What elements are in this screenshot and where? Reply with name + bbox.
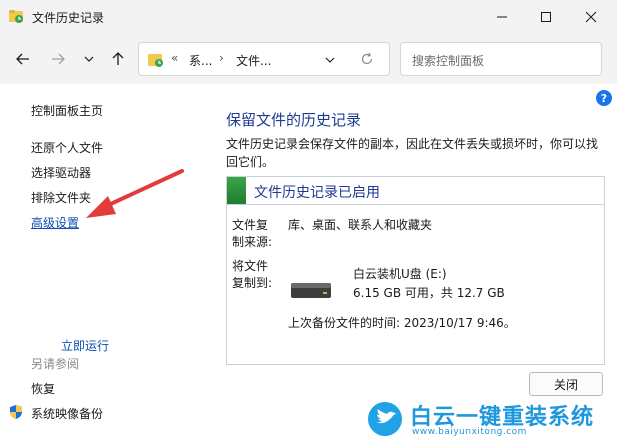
source-label-line2: 制来源: [232, 235, 273, 249]
arrow-right-icon [52, 53, 65, 65]
page-description: 文件历史记录会保存文件的副本，因此在文件丢失或损坏时，你可以找回它们。 [226, 137, 599, 169]
status-panel: 文件历史记录已启用 文件复 制来源: 库、桌面、联系人和收藏夹 将文件 复制到:… [226, 176, 605, 365]
search-box[interactable]: 搜索控制面板 [400, 42, 602, 76]
window-title: 文件历史记录 [32, 11, 105, 25]
address-overflow[interactable]: « [171, 51, 178, 65]
page-title: 保留文件的历史记录 [226, 111, 362, 129]
see-also-recovery[interactable]: 恢复 [31, 380, 55, 397]
help-icon[interactable]: ? [596, 90, 612, 106]
content-area: ? 控制面板主页 还原个人文件 选择驱动器 排除文件夹 高级设置 另请参阅 恢复… [0, 84, 617, 443]
see-also-heading: 另请参阅 [31, 357, 80, 371]
navigation-bar: « 系... › 文件... 搜索控制面板 [0, 34, 617, 84]
search-input[interactable]: 搜索控制面板 [412, 52, 484, 69]
minimize-icon [497, 16, 507, 18]
watermark-url: www.baiyunxitong.com [412, 427, 527, 437]
back-button[interactable] [12, 48, 34, 70]
breadcrumb-system[interactable]: 系... [189, 52, 212, 69]
sidebar-item-restore-files[interactable]: 还原个人文件 [31, 139, 103, 156]
destination-label-line1: 将文件 [232, 259, 269, 273]
forward-button[interactable] [47, 48, 69, 70]
address-bar[interactable]: « 系... › 文件... [138, 42, 390, 76]
close-window-button[interactable] [568, 0, 614, 34]
brand-logo [368, 402, 402, 436]
breadcrumb-file-history[interactable]: 文件... [236, 52, 271, 69]
close-icon [585, 11, 597, 23]
up-button[interactable] [107, 48, 129, 70]
file-history-icon [9, 10, 23, 23]
source-label-line1: 文件复 [232, 218, 269, 232]
maximize-icon [541, 12, 551, 22]
status-title: 文件历史记录已启用 [254, 185, 380, 201]
arrow-up-icon [112, 52, 124, 65]
breadcrumb-separator-icon: › [219, 51, 224, 65]
sidebar-item-control-panel-home[interactable]: 控制面板主页 [31, 102, 103, 119]
refresh-icon[interactable] [360, 52, 374, 66]
chevron-down-icon [84, 56, 94, 62]
sidebar-item-advanced-settings[interactable]: 高级设置 [31, 214, 79, 231]
annotation-arrow-icon [86, 169, 184, 218]
source-value: 库、桌面、联系人和收藏夹 [288, 218, 433, 232]
minimize-button[interactable] [479, 0, 525, 34]
control-panel-icon [148, 54, 163, 67]
status-indicator [227, 177, 246, 204]
title-bar: 文件历史记录 [0, 0, 617, 34]
see-also-system-image-backup[interactable]: 系统映像备份 [31, 405, 103, 422]
drive-name: 白云装机U盘 (E:) [353, 267, 447, 281]
close-button[interactable]: 关闭 [529, 372, 603, 396]
status-header: 文件历史记录已启用 [227, 177, 604, 205]
drive-icon [291, 283, 331, 298]
bird-icon [376, 409, 396, 424]
last-backup-time: 上次备份文件的时间: 2023/10/17 9:46。 [288, 316, 516, 330]
address-dropdown-icon[interactable] [325, 55, 335, 65]
arrow-left-icon [16, 53, 29, 65]
maximize-button[interactable] [523, 0, 569, 34]
destination-label-line2: 复制到: [232, 276, 273, 290]
recent-locations-button[interactable] [78, 48, 100, 70]
watermark: 白云一键重装系统 www.baiyunxitong.com [360, 396, 617, 443]
run-now-link[interactable]: 立即运行 [61, 337, 109, 354]
drive-space: 6.15 GB 可用，共 12.7 GB [353, 286, 505, 300]
shield-icon [10, 405, 22, 419]
